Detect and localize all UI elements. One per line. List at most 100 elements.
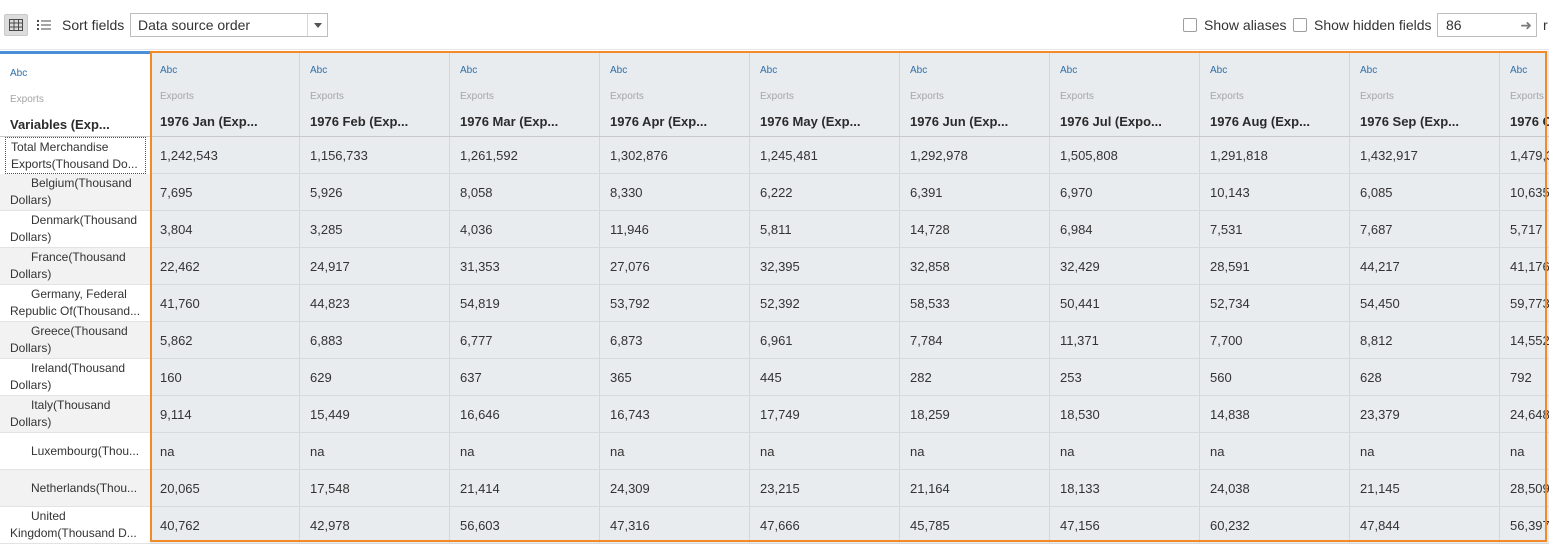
data-cell[interactable]: 6,873 (600, 322, 750, 359)
data-cell[interactable]: 54,450 (1350, 285, 1500, 322)
data-cell[interactable]: 3,804 (150, 211, 300, 248)
data-cell[interactable]: 10,143 (1200, 174, 1350, 211)
data-cell[interactable]: na (300, 433, 450, 470)
data-cell[interactable]: 47,666 (750, 507, 900, 544)
show-hidden-fields-checkbox[interactable] (1293, 18, 1307, 32)
data-cell[interactable]: 56,397 (1500, 507, 1549, 544)
data-cell[interactable]: 6,961 (750, 322, 900, 359)
data-cell[interactable]: 14,728 (900, 211, 1050, 248)
data-cell[interactable]: 7,531 (1200, 211, 1350, 248)
data-cell[interactable]: 7,695 (150, 174, 300, 211)
data-cell[interactable]: 11,371 (1050, 322, 1200, 359)
data-cell[interactable]: 18,530 (1050, 396, 1200, 433)
data-cell[interactable]: 6,085 (1350, 174, 1500, 211)
data-cell[interactable]: na (1350, 433, 1500, 470)
column-header[interactable]: Abc Exports 1976 Jul (Expo... (1050, 51, 1200, 137)
row-label[interactable]: Netherlands(Thou... (0, 470, 150, 507)
data-cell[interactable]: 47,316 (600, 507, 750, 544)
data-cell[interactable]: 365 (600, 359, 750, 396)
data-cell[interactable]: 54,819 (450, 285, 600, 322)
data-cell[interactable]: na (750, 433, 900, 470)
data-cell[interactable]: 637 (450, 359, 600, 396)
data-cell[interactable]: 445 (750, 359, 900, 396)
data-cell[interactable]: 60,232 (1200, 507, 1350, 544)
data-cell[interactable]: 50,441 (1050, 285, 1200, 322)
data-cell[interactable]: 58,533 (900, 285, 1050, 322)
data-cell[interactable]: 1,291,818 (1200, 137, 1350, 174)
data-cell[interactable]: 5,717 (1500, 211, 1549, 248)
data-cell[interactable]: na (900, 433, 1050, 470)
data-cell[interactable]: 628 (1350, 359, 1500, 396)
data-cell[interactable]: 17,749 (750, 396, 900, 433)
data-cell[interactable]: 629 (300, 359, 450, 396)
data-cell[interactable]: 10,635 (1500, 174, 1549, 211)
data-cell[interactable]: na (1050, 433, 1200, 470)
row-label[interactable]: France(Thousand Dollars) (0, 248, 150, 285)
column-header[interactable]: Abc Exports 1976 May (Exp... (750, 51, 900, 137)
data-cell[interactable]: 23,215 (750, 470, 900, 507)
column-header[interactable]: Abc Exports 1976 Jan (Exp... (150, 51, 300, 137)
data-cell[interactable]: 41,760 (150, 285, 300, 322)
data-cell[interactable]: 32,395 (750, 248, 900, 285)
data-cell[interactable]: 6,222 (750, 174, 900, 211)
data-cell[interactable]: 7,784 (900, 322, 1050, 359)
data-cell[interactable]: 44,217 (1350, 248, 1500, 285)
row-label[interactable]: United Kingdom(Thousand D... (0, 507, 150, 544)
data-cell[interactable]: 8,812 (1350, 322, 1500, 359)
data-cell[interactable]: 21,145 (1350, 470, 1500, 507)
data-cell[interactable]: 24,648 (1500, 396, 1549, 433)
data-cell[interactable]: na (600, 433, 750, 470)
column-header[interactable]: Abc Exports 1976 Apr (Exp... (600, 51, 750, 137)
data-cell[interactable]: 32,429 (1050, 248, 1200, 285)
data-cell[interactable]: na (450, 433, 600, 470)
data-cell[interactable]: 45,785 (900, 507, 1050, 544)
row-header-cell[interactable]: Abc Exports Variables (Exp... (0, 51, 150, 137)
data-cell[interactable]: 24,309 (600, 470, 750, 507)
column-header[interactable]: Abc Exports 1976 Jun (Exp... (900, 51, 1050, 137)
data-cell[interactable]: 59,773 (1500, 285, 1549, 322)
data-cell[interactable]: 282 (900, 359, 1050, 396)
data-cell[interactable]: 6,391 (900, 174, 1050, 211)
arrow-right-icon[interactable]: ➜ (1520, 17, 1532, 34)
data-cell[interactable]: 28,591 (1200, 248, 1350, 285)
column-header[interactable]: Abc Exports 1976 Aug (Exp... (1200, 51, 1350, 137)
data-cell[interactable]: 40,762 (150, 507, 300, 544)
row-label[interactable]: Ireland(Thousand Dollars) (0, 359, 150, 396)
data-cell[interactable]: 560 (1200, 359, 1350, 396)
data-cell[interactable]: na (1200, 433, 1350, 470)
data-cell[interactable]: 1,242,543 (150, 137, 300, 174)
data-cell[interactable]: 18,133 (1050, 470, 1200, 507)
data-cell[interactable]: 28,509 (1500, 470, 1549, 507)
data-cell[interactable]: 47,844 (1350, 507, 1500, 544)
data-cell[interactable]: 1,156,733 (300, 137, 450, 174)
data-cell[interactable]: 1,479,3 (1500, 137, 1549, 174)
row-label[interactable]: Belgium(Thousand Dollars) (0, 174, 150, 211)
row-label[interactable]: Luxembourg(Thou... (0, 433, 150, 470)
data-cell[interactable]: 52,734 (1200, 285, 1350, 322)
data-cell[interactable]: 9,114 (150, 396, 300, 433)
column-header[interactable]: Abc Exports 1976 Feb (Exp... (300, 51, 450, 137)
data-cell[interactable]: 253 (1050, 359, 1200, 396)
data-cell[interactable]: 1,261,592 (450, 137, 600, 174)
data-cell[interactable]: 6,777 (450, 322, 600, 359)
data-cell[interactable]: 21,414 (450, 470, 600, 507)
show-aliases-checkbox[interactable] (1183, 18, 1197, 32)
data-cell[interactable]: 32,858 (900, 248, 1050, 285)
data-cell[interactable]: 1,432,917 (1350, 137, 1500, 174)
row-label[interactable]: Greece(Thousand Dollars) (0, 322, 150, 359)
data-cell[interactable]: 1,302,876 (600, 137, 750, 174)
data-cell[interactable]: 792 (1500, 359, 1549, 396)
data-cell[interactable]: 41,176 (1500, 248, 1549, 285)
data-cell[interactable]: 11,946 (600, 211, 750, 248)
column-header[interactable]: Abc Exports 1976 Mar (Exp... (450, 51, 600, 137)
data-cell[interactable]: 6,984 (1050, 211, 1200, 248)
data-cell[interactable]: 52,392 (750, 285, 900, 322)
data-cell[interactable]: 3,285 (300, 211, 450, 248)
data-cell[interactable]: 4,036 (450, 211, 600, 248)
data-cell[interactable]: 27,076 (600, 248, 750, 285)
data-cell[interactable]: 14,552 (1500, 322, 1549, 359)
row-label[interactable]: Germany, Federal Republic Of(Thousand... (0, 285, 150, 322)
data-cell[interactable]: 16,743 (600, 396, 750, 433)
data-cell[interactable]: 44,823 (300, 285, 450, 322)
data-cell[interactable]: 8,330 (600, 174, 750, 211)
